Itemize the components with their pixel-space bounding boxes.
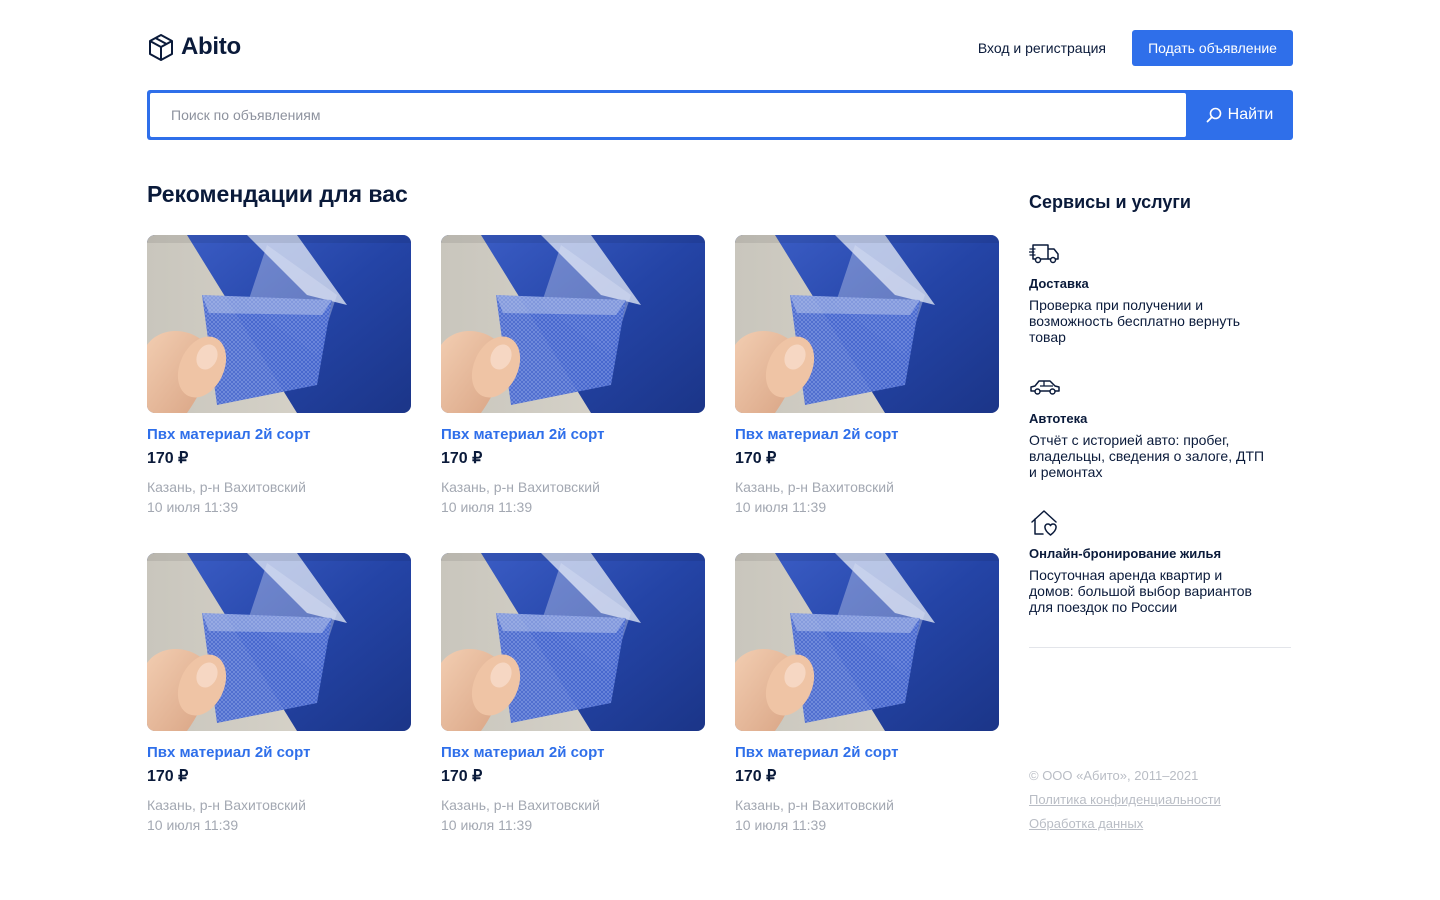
service-name: Доставка: [1029, 276, 1089, 291]
delivery-truck-icon: [1029, 244, 1059, 264]
listing-price: 170 ₽: [735, 450, 777, 467]
search-button[interactable]: Найти: [1186, 90, 1293, 140]
service-description: Отчёт с историей авто: пробег, владельцы…: [1029, 432, 1265, 480]
listing-card[interactable]: Пвх материал 2й сорт 170 ₽ Казань, р-н В…: [147, 235, 411, 517]
search-input[interactable]: [150, 93, 1186, 137]
copyright: © ООО «Абито», 2011–2021: [1029, 768, 1199, 783]
listing-image[interactable]: [441, 553, 705, 731]
service-delivery[interactable]: Доставка Проверка при получении и возмож…: [1029, 238, 1291, 345]
listing-card[interactable]: Пвх материал 2й сорт 170 ₽ Казань, р-н В…: [735, 235, 999, 517]
listing-price: 170 ₽: [147, 768, 189, 785]
recommendations-grid: Пвх материал 2й сорт 170 ₽ Казань, р-н В…: [147, 235, 999, 835]
data-processing-link[interactable]: Обработка данных: [1029, 816, 1291, 832]
listing-location: Казань, р-н Вахитовский: [147, 479, 306, 495]
services-sidebar: Сервисы и услуги Доставка Проверка при п…: [1029, 190, 1291, 648]
listing-date: 10 июля 11:39: [441, 499, 533, 515]
listing-image[interactable]: [441, 235, 705, 413]
listing-price: 170 ₽: [735, 768, 777, 785]
search-bar: Найти: [147, 90, 1293, 140]
header: Abito Вход и регистрация Подать объявлен…: [147, 30, 1293, 66]
listing-date: 10 июля 11:39: [441, 817, 533, 833]
listing-date: 10 июля 11:39: [735, 499, 827, 515]
service-autoteka[interactable]: Автотека Отчёт с историей авто: пробег, …: [1029, 373, 1291, 480]
search-button-label: Найти: [1227, 106, 1274, 123]
services-title: Сервисы и услуги: [1029, 192, 1191, 212]
listing-location: Казань, р-н Вахитовский: [735, 797, 894, 813]
listing-title[interactable]: Пвх материал 2й сорт: [147, 425, 411, 445]
listing-title[interactable]: Пвх материал 2й сорт: [735, 743, 999, 763]
listing-card[interactable]: Пвх материал 2й сорт 170 ₽ Казань, р-н В…: [147, 553, 411, 835]
listing-title[interactable]: Пвх материал 2й сорт: [147, 743, 411, 763]
listing-image[interactable]: [735, 235, 999, 413]
logo[interactable]: Abito: [147, 33, 241, 61]
listing-image[interactable]: [735, 553, 999, 731]
car-icon: [1030, 380, 1060, 395]
listing-price: 170 ₽: [441, 450, 483, 467]
house-heart-icon: [1031, 510, 1057, 536]
login-link[interactable]: Вход и регистрация: [978, 40, 1106, 56]
service-name: Автотека: [1029, 411, 1088, 426]
footer: © ООО «Абито», 2011–2021 Политика конфид…: [1029, 768, 1291, 832]
listing-title[interactable]: Пвх материал 2й сорт: [441, 425, 705, 445]
listing-card[interactable]: Пвх материал 2й сорт 170 ₽ Казань, р-н В…: [441, 553, 705, 835]
service-description: Проверка при получении и возможность бес…: [1029, 297, 1241, 345]
listing-image[interactable]: [147, 553, 411, 731]
listing-location: Казань, р-н Вахитовский: [735, 479, 894, 495]
service-booking[interactable]: Онлайн-бронирование жилья Посуточная аре…: [1029, 508, 1291, 615]
listing-date: 10 июля 11:39: [735, 817, 827, 833]
sidebar-divider: [1029, 647, 1291, 648]
listing-location: Казань, р-н Вахитовский: [147, 797, 306, 813]
listing-price: 170 ₽: [441, 768, 483, 785]
privacy-policy-link[interactable]: Политика конфиденциальности: [1029, 792, 1291, 808]
listing-card[interactable]: Пвх материал 2й сорт 170 ₽ Казань, р-н В…: [441, 235, 705, 517]
listing-title[interactable]: Пвх материал 2й сорт: [441, 743, 705, 763]
recommendations-title: Рекомендации для вас: [147, 181, 408, 207]
box-logo-icon: [149, 34, 173, 61]
listing-title[interactable]: Пвх материал 2й сорт: [735, 425, 999, 445]
listing-date: 10 июля 11:39: [147, 499, 239, 515]
search-icon: [1206, 107, 1221, 123]
post-ad-button[interactable]: Подать объявление: [1132, 30, 1293, 66]
listing-card[interactable]: Пвх материал 2й сорт 170 ₽ Казань, р-н В…: [735, 553, 999, 835]
listing-image[interactable]: [147, 235, 411, 413]
listing-date: 10 июля 11:39: [147, 817, 239, 833]
listing-location: Казань, р-н Вахитовский: [441, 479, 600, 495]
logo-text: Abito: [181, 33, 241, 60]
service-description: Посуточная аренда квартир и домов: больш…: [1029, 567, 1252, 615]
listing-location: Казань, р-н Вахитовский: [441, 797, 600, 813]
listing-price: 170 ₽: [147, 450, 189, 467]
service-name: Онлайн-бронирование жилья: [1029, 546, 1222, 561]
